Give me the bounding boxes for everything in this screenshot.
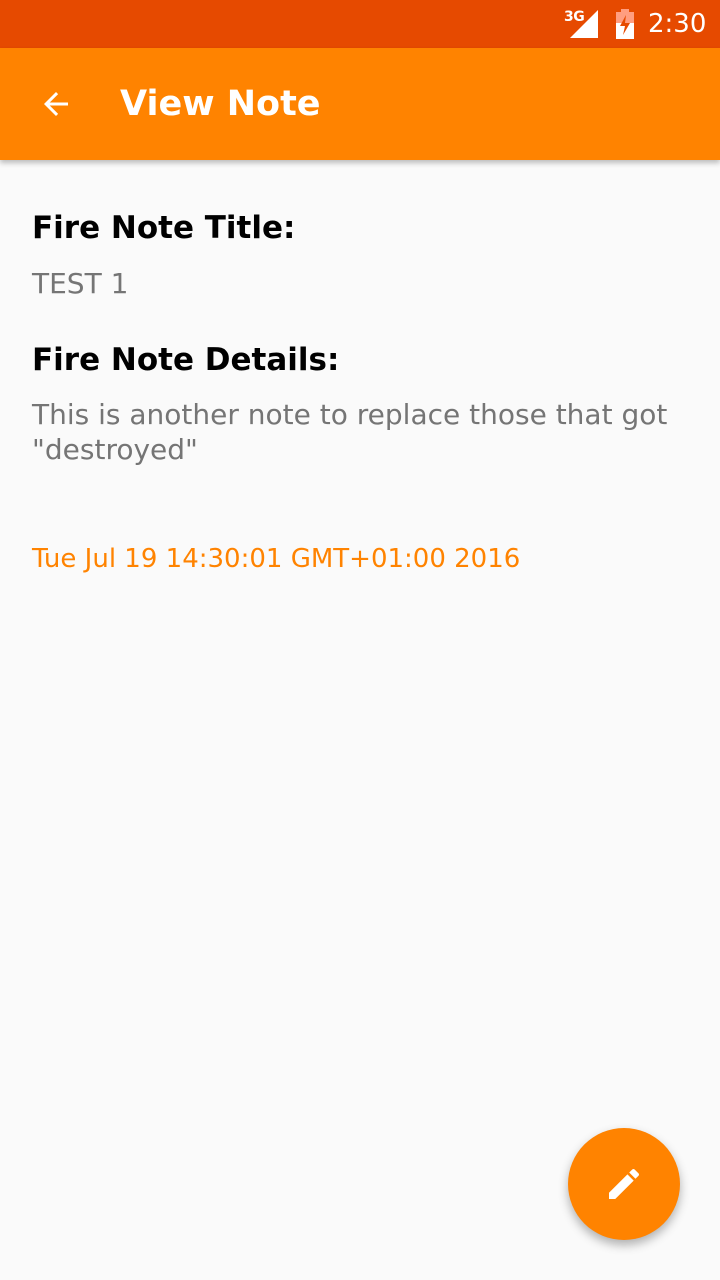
status-bar: 3G 2:30 (0, 0, 720, 48)
page-title: View Note (120, 84, 321, 124)
signal-icon (570, 10, 598, 38)
back-button[interactable] (28, 76, 84, 132)
note-details-label: Fire Note Details: (32, 342, 340, 378)
app-bar: View Note (0, 48, 720, 160)
note-title-value: TEST 1 (32, 267, 129, 300)
status-time: 2:30 (648, 9, 707, 39)
arrow-back-icon (44, 92, 68, 116)
note-timestamp: Tue Jul 19 14:30:01 GMT+01:00 2016 (32, 544, 521, 574)
note-title-label: Fire Note Title: (32, 210, 296, 246)
battery-charging-icon (616, 9, 634, 39)
note-details-value: This is another note to replace those th… (32, 398, 668, 466)
edit-note-button[interactable] (568, 1128, 680, 1240)
edit-icon (609, 1168, 640, 1199)
